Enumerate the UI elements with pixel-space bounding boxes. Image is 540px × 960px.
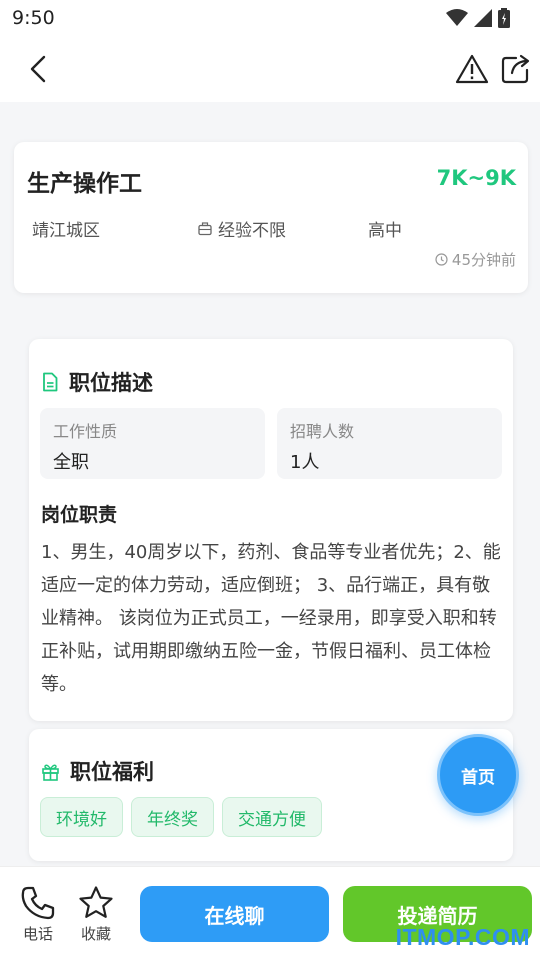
job-description-card: 职位描述 工作性质 全职 招聘人数 1人 岗位职责 1、男生，40周岁以下，药剂… bbox=[29, 339, 513, 721]
education: 高中 bbox=[368, 221, 402, 241]
gift-icon bbox=[42, 764, 59, 781]
experience-text: 经验不限 bbox=[218, 221, 286, 241]
headcount-label: 招聘人数 bbox=[290, 422, 355, 441]
battery-icon bbox=[498, 8, 510, 28]
job-meta: 靖江城区 经验不限 高中 bbox=[32, 216, 512, 242]
document-icon bbox=[43, 372, 58, 392]
salary: 7K~9K bbox=[436, 166, 516, 190]
online-chat-button[interactable]: 在线聊 bbox=[140, 886, 329, 942]
job-title: 生产操作工 bbox=[27, 171, 142, 197]
description-header: 职位描述 bbox=[41, 367, 153, 397]
headcount-value: 1人 bbox=[290, 452, 320, 473]
location: 靖江城区 bbox=[32, 221, 100, 241]
nav-bar bbox=[0, 36, 540, 102]
home-button[interactable]: 首页 bbox=[437, 734, 519, 816]
duty-text: 1、男生，40周岁以下，药剂、食品等专业者优先；2、能适应一定的体力劳动，适应倒… bbox=[41, 542, 501, 695]
favorite-button[interactable]: 收藏 bbox=[74, 885, 118, 944]
benefit-tags: 环境好 年终奖 交通方便 bbox=[40, 797, 322, 837]
post-time: 45分钟前 bbox=[435, 249, 516, 270]
benefits-card: 职位福利 环境好 年终奖 交通方便 bbox=[29, 729, 513, 861]
benefit-tag: 环境好 bbox=[40, 797, 123, 837]
benefits-header: 职位福利 bbox=[41, 756, 154, 786]
description-title: 职位描述 bbox=[69, 371, 153, 395]
star-icon bbox=[79, 886, 113, 918]
favorite-label: 收藏 bbox=[80, 925, 111, 943]
experience: 经验不限 bbox=[198, 216, 286, 241]
status-icons bbox=[446, 8, 510, 28]
back-icon[interactable] bbox=[20, 51, 56, 87]
clock-icon bbox=[435, 253, 448, 266]
work-type-label: 工作性质 bbox=[53, 422, 118, 441]
phone-button[interactable]: 电话 bbox=[16, 885, 60, 944]
status-bar: 9:50 bbox=[0, 0, 540, 36]
work-type-value: 全职 bbox=[53, 452, 89, 473]
status-time: 9:50 bbox=[12, 7, 55, 29]
post-time-text: 45分钟前 bbox=[451, 251, 516, 269]
watermark: ITMOP.COM bbox=[395, 924, 530, 950]
signal-icon bbox=[474, 9, 492, 27]
work-type-box: 工作性质 全职 bbox=[40, 408, 265, 479]
benefit-tag: 年终奖 bbox=[131, 797, 214, 837]
briefcase-icon bbox=[198, 221, 212, 235]
duty-title: 岗位职责 bbox=[41, 504, 118, 526]
share-icon[interactable] bbox=[498, 51, 534, 87]
wifi-icon bbox=[446, 9, 468, 26]
benefits-title: 职位福利 bbox=[70, 760, 154, 784]
report-icon[interactable] bbox=[454, 51, 490, 87]
phone-icon bbox=[21, 886, 55, 920]
job-summary-card: 生产操作工 7K~9K 靖江城区 经验不限 高中 45分钟前 bbox=[14, 142, 528, 293]
headcount-box: 招聘人数 1人 bbox=[277, 408, 502, 479]
phone-label: 电话 bbox=[22, 925, 53, 943]
benefit-tag: 交通方便 bbox=[222, 797, 322, 837]
